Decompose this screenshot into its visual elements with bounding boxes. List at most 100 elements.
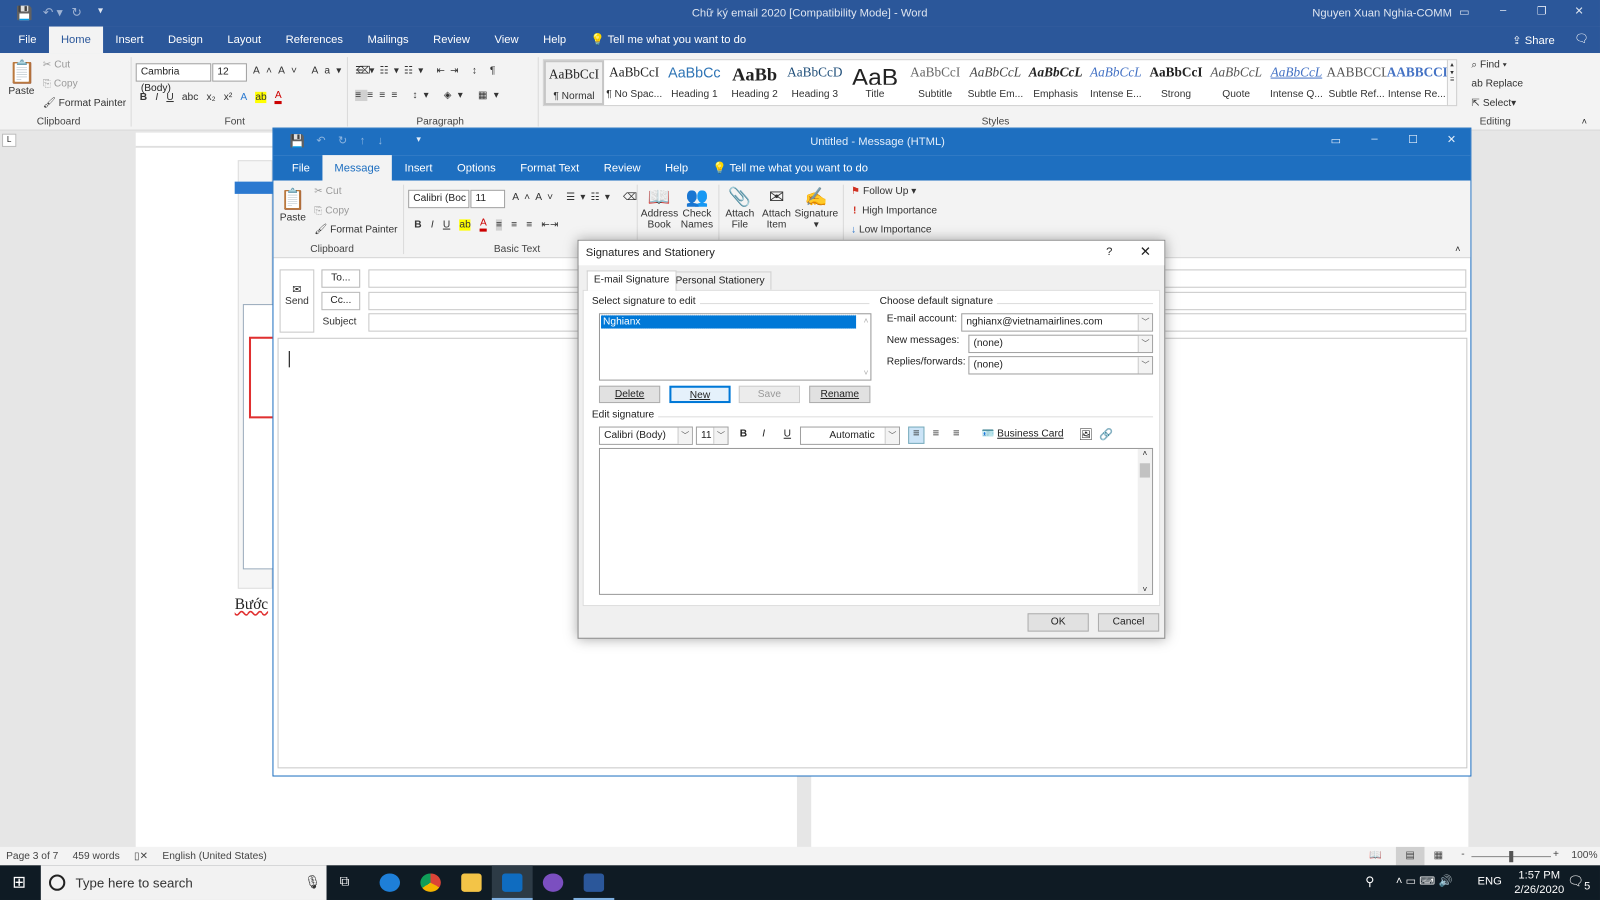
italic-button[interactable]: I [431, 219, 434, 230]
comments-icon[interactable]: 🗨 [1574, 32, 1588, 45]
attach-file-button[interactable]: 📎 Attach File [722, 187, 757, 231]
input-language[interactable]: ENG [1478, 876, 1502, 888]
signature-size-select[interactable]: 11 ﹀ [695, 426, 729, 445]
outlook-taskbar-button[interactable] [491, 865, 533, 900]
tab-file[interactable]: File [280, 155, 323, 182]
underline-button[interactable]: U [443, 219, 450, 230]
language-status[interactable]: English (United States) [162, 851, 266, 862]
style-strong[interactable]: AaBbCcI Strong [1146, 60, 1206, 105]
customize-qat-icon[interactable]: ▾ [416, 134, 421, 145]
list-scroll-down[interactable]: ˅ [864, 368, 869, 377]
tab-design[interactable]: Design [156, 27, 215, 54]
style-heading-2[interactable]: AaBb Heading 2 [724, 60, 784, 105]
delete-button[interactable]: Delete [598, 385, 661, 404]
paste-button[interactable]: 📋 Paste [280, 187, 307, 224]
list-scroll-up[interactable]: ˄ [864, 316, 869, 325]
tab-review[interactable]: Review [421, 27, 482, 54]
quick-access-icons[interactable]: ↶↻↑↓ [316, 134, 395, 147]
font-color-button[interactable]: A [274, 90, 282, 105]
style-emphasis[interactable]: AaBbCcL Emphasis [1026, 60, 1086, 105]
style-normal[interactable]: AaBbCcI ¶ Normal [543, 60, 605, 106]
tab-mailings[interactable]: Mailings [355, 27, 421, 54]
low-importance-button[interactable]: ↓ Low Importance [851, 224, 932, 235]
dialog-close-icon[interactable]: ✕ [1140, 244, 1151, 260]
share-button[interactable]: ⇪ Share [1512, 34, 1554, 47]
check-names-button[interactable]: 👥 Check Names [680, 187, 715, 231]
attach-item-button[interactable]: ✉ Attach Item [759, 187, 794, 231]
align-center-button[interactable]: ≡ [933, 428, 940, 440]
tab-help[interactable]: Help [531, 27, 579, 54]
to-button[interactable]: To... [321, 269, 361, 288]
tab-home[interactable]: Home [48, 26, 104, 54]
cancel-button[interactable]: Cancel [1097, 613, 1160, 632]
signature-list-item[interactable]: Nghianx [599, 314, 858, 330]
indent-buttons[interactable]: ⇤⇥ [541, 219, 558, 230]
edge-icon[interactable] [379, 873, 400, 892]
cut-button[interactable]: ✂ Cut [43, 59, 70, 70]
email-account-select[interactable]: nghianx@vietnamairlines.com ﹀ [961, 313, 1154, 332]
windows-start-icon[interactable]: ⊞ [12, 872, 26, 892]
copy-button[interactable]: ⎘ Copy [314, 205, 349, 216]
hyperlink-icon[interactable]: 🔗 [1099, 428, 1113, 441]
superscript-button[interactable]: x² [224, 91, 233, 102]
style-title[interactable]: AaB Title [845, 60, 905, 105]
underline-button[interactable]: U [166, 91, 173, 102]
tray-icons[interactable]: ˄ ▭ ⌨ 🔊 [1396, 874, 1453, 888]
minimize-icon[interactable]: – [1500, 4, 1506, 16]
tab-layout[interactable]: Layout [215, 27, 273, 54]
collapse-ribbon-icon[interactable]: ˄ [1455, 244, 1460, 254]
tab-references[interactable]: References [273, 27, 355, 54]
highlight-button[interactable]: ab [459, 218, 471, 231]
rename-button[interactable]: Rename [809, 385, 871, 404]
tab-format-text[interactable]: Format Text [508, 155, 592, 182]
tab-insert[interactable]: Insert [103, 27, 156, 54]
read-mode-icon[interactable]: 📖 [1369, 850, 1382, 861]
signature-editor[interactable]: ˄ ˅ [598, 447, 1154, 595]
format-painter-button[interactable]: 🖌 Format Painter [43, 98, 126, 109]
format-painter-button[interactable]: 🖌 Format Painter [314, 224, 397, 235]
editor-scroll-thumb[interactable] [1139, 463, 1150, 478]
styles-scroll[interactable]: ▴ ▾ ≡ [1446, 59, 1458, 107]
tab-options[interactable]: Options [445, 155, 508, 182]
style-subtle-em[interactable]: AaBbCcL Subtle Em... [965, 60, 1025, 105]
task-view-icon[interactable]: ⧉ [340, 873, 349, 889]
cut-button[interactable]: ✂ Cut [314, 186, 341, 197]
align-right-button[interactable]: ≡ [953, 428, 960, 440]
font-size-select[interactable]: 11 [470, 189, 506, 209]
save-icon[interactable]: 💾 [290, 134, 305, 148]
restore-icon[interactable]: ❐ [1537, 4, 1547, 17]
send-button[interactable]: ✉ Send [279, 269, 315, 333]
close-icon[interactable]: ✕ [1574, 4, 1583, 17]
list-buttons[interactable]: ☰▾☷▾☷▾ ⇤⇥ ↕ ¶ [355, 65, 500, 76]
zoom-level[interactable]: 100% [1571, 850, 1597, 861]
close-icon[interactable]: ✕ [1447, 133, 1456, 146]
tab-email-signature[interactable]: E-mail Signature [586, 270, 677, 291]
tab-file[interactable]: File [6, 27, 49, 54]
style-subtitle[interactable]: AaBbCcI Subtitle [905, 60, 965, 105]
style-subtle-ref[interactable]: AABBCCL Subtle Ref... [1327, 60, 1387, 105]
redo-icon[interactable]: ↻ [71, 5, 81, 19]
tab-message[interactable]: Message [322, 154, 393, 182]
bold-button[interactable]: B [414, 219, 421, 230]
file-explorer-icon[interactable] [461, 873, 482, 892]
underline-button[interactable]: U [784, 429, 791, 440]
font-tools-row1[interactable]: A˄A˅ ☰▾☷▾ ⌫ [512, 192, 642, 203]
zoom-slider-thumb[interactable] [1509, 851, 1514, 863]
align-buttons[interactable]: ≡≡≡≡ ↕▾ ◈▾ ▦▾ [355, 89, 505, 102]
tab-help[interactable]: Help [653, 155, 701, 182]
ribbon-display-icon[interactable]: ▭ [1459, 5, 1470, 18]
address-book-button[interactable]: 📖 Address Book [641, 187, 678, 231]
new-messages-select[interactable]: (none) ﹀ [968, 334, 1154, 354]
chrome-icon[interactable] [420, 873, 441, 892]
high-importance-button[interactable]: ! High Importance [853, 205, 937, 216]
print-layout-icon[interactable]: ▤ [1395, 846, 1425, 866]
viber-icon[interactable] [542, 873, 564, 892]
signature-font-select[interactable]: Calibri (Body) ﹀ [598, 426, 693, 445]
save-button[interactable]: Save [738, 385, 800, 404]
tab-review[interactable]: Review [592, 155, 653, 182]
tell-me-search[interactable]: 💡 Tell me what you want to do [578, 27, 758, 54]
style-quote[interactable]: AaBbCcL Quote [1206, 60, 1266, 105]
save-icon[interactable]: 💾 [16, 5, 33, 21]
subscript-button[interactable]: x₂ [207, 91, 216, 102]
notifications-icon[interactable]: 🗨5 [1567, 873, 1590, 892]
